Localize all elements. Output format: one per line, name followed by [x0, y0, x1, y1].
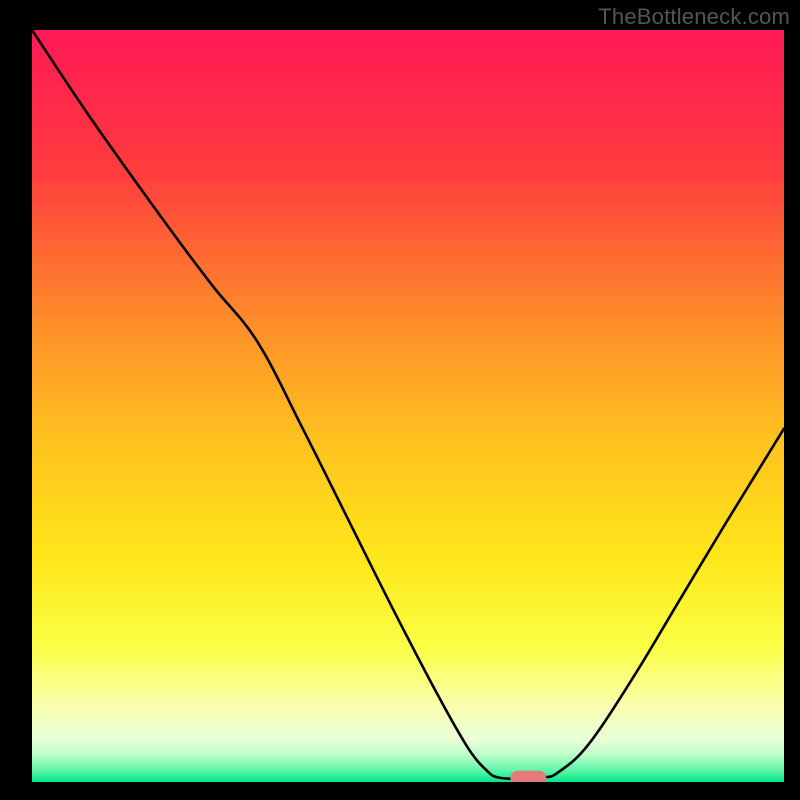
watermark-text: TheBottleneck.com [598, 4, 790, 30]
optimum-marker [510, 771, 546, 782]
bottleneck-curve-chart [32, 30, 784, 782]
gradient-background [32, 30, 784, 782]
chart-frame: TheBottleneck.com [0, 0, 800, 800]
plot-area [32, 30, 784, 782]
